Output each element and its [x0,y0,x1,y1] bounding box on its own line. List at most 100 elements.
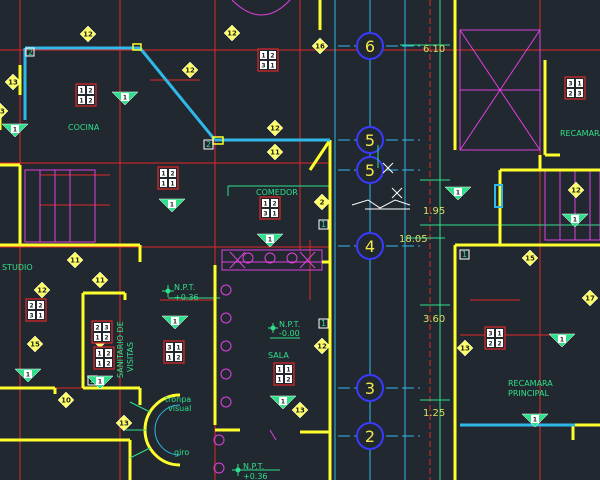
svg-text:5: 5 [365,131,375,150]
room-box-tag: 1 23 1 [257,48,279,72]
svg-text:1: 1 [167,355,171,362]
svg-text:1: 1 [95,335,99,342]
svg-text:1: 1 [13,127,17,134]
room-label-comedor: COMEDOR [256,188,298,197]
svg-text:1: 1 [38,313,42,320]
svg-text:3: 3 [29,313,33,320]
dimension-610: 6.10 [423,44,445,55]
svg-text:1: 1 [497,331,501,338]
svg-text:1: 1 [97,351,101,358]
svg-text:1: 1 [456,190,460,197]
room-box-tag: 1 11 2 [273,362,295,386]
svg-text:2: 2 [104,335,108,342]
svg-text:12: 12 [317,343,327,351]
svg-text:13: 13 [295,407,305,415]
svg-text:15: 15 [525,255,535,263]
svg-text:3: 3 [488,331,492,338]
svg-text:N.P.T.: N.P.T. [279,320,300,329]
floor-plan-drawing: 6 5 5 4 3 2 6.10 1.95 18.05 3.60 1.25 CO… [0,0,600,480]
svg-text:1: 1 [462,250,467,259]
svg-text:12: 12 [571,187,581,195]
svg-text:1: 1 [170,181,174,188]
axis-bubble: 2 [356,422,384,450]
svg-text:1: 1 [79,88,83,95]
svg-text:1: 1 [98,379,102,386]
svg-text:11: 11 [70,257,80,265]
svg-text:10: 10 [61,397,71,405]
svg-text:1: 1 [272,211,276,218]
svg-text:2: 2 [88,98,92,105]
svg-text:11: 11 [95,277,105,285]
svg-text:3: 3 [104,325,108,332]
axis-bubble: 5 [356,126,384,154]
svg-text:6: 6 [365,37,375,56]
svg-text:12: 12 [270,125,280,133]
svg-text:1: 1 [573,217,577,224]
dimension-1805: 18.05 [399,234,428,245]
svg-text:-0.00: -0.00 [279,329,300,338]
room-box-tag: 1 21 2 [75,83,97,107]
axis-bubble: 6 [356,32,384,60]
svg-text:15: 15 [30,341,40,349]
svg-text:3: 3 [261,63,265,70]
room-box-tag: 1 23 1 [259,196,281,220]
svg-text:+0.36: +0.36 [174,293,199,302]
label-visual: visual [168,404,191,413]
svg-text:1: 1 [97,361,101,368]
svg-text:2: 2 [206,140,211,149]
room-box-tag: 3 11 2 [163,340,185,364]
svg-text:2: 2 [29,303,33,310]
svg-text:1: 1 [173,319,177,326]
svg-text:3: 3 [365,379,375,398]
svg-text:1: 1 [577,81,581,88]
svg-text:17: 17 [585,295,595,303]
svg-text:5: 5 [365,161,375,180]
svg-text:2: 2 [568,91,572,98]
svg-text:1: 1 [161,181,165,188]
axis-bubble: 4 [356,232,384,260]
room-box-tag: 1 21 1 [157,166,179,190]
svg-text:3: 3 [167,345,171,352]
svg-text:1: 1 [170,202,174,209]
dimension-195: 1.95 [423,206,445,217]
svg-text:1: 1 [161,171,165,178]
svg-text:2: 2 [320,199,325,207]
svg-text:1: 1 [123,95,127,102]
room-label-recamara-principal: RECAMARA [508,379,553,388]
svg-text:2: 2 [497,341,501,348]
svg-text:1: 1 [286,367,290,374]
svg-text:2: 2 [106,351,110,358]
svg-text:2: 2 [365,427,375,446]
svg-text:2: 2 [106,361,110,368]
room-label-recamara: RECAMARA [560,129,600,138]
svg-text:2: 2 [176,355,180,362]
svg-text:1: 1 [268,237,272,244]
svg-text:N.P.T.: N.P.T. [174,283,195,292]
svg-text:3: 3 [577,91,581,98]
svg-text:1: 1 [321,220,326,229]
svg-text:2: 2 [488,341,492,348]
svg-text:13: 13 [8,79,18,87]
svg-text:12: 12 [37,287,47,295]
axis-bubble: 5 [356,156,384,184]
svg-text:1: 1 [281,399,285,406]
room-label-cocina: COCINA [68,123,100,132]
svg-text:1: 1 [560,337,564,344]
svg-text:2: 2 [170,171,174,178]
room-label-principal: PRINCIPAL [508,389,549,398]
svg-text:16: 16 [315,43,325,51]
svg-text:1: 1 [26,372,30,379]
svg-text:3: 3 [263,211,267,218]
svg-text:2: 2 [270,53,274,60]
room-label-estudio: STUDIO [2,263,33,272]
room-label-sanitario: SANITARIO DE [116,321,125,378]
svg-text:13: 13 [0,108,5,116]
svg-text:2: 2 [272,201,276,208]
svg-text:4: 4 [365,237,375,256]
label-giro: giro [174,448,189,457]
svg-text:3: 3 [568,81,572,88]
room-box-tag: 2 31 2 [91,320,113,344]
axis-bubble: 3 [356,374,384,402]
svg-text:11: 11 [270,149,280,157]
dimension-360: 3.60 [423,314,445,325]
